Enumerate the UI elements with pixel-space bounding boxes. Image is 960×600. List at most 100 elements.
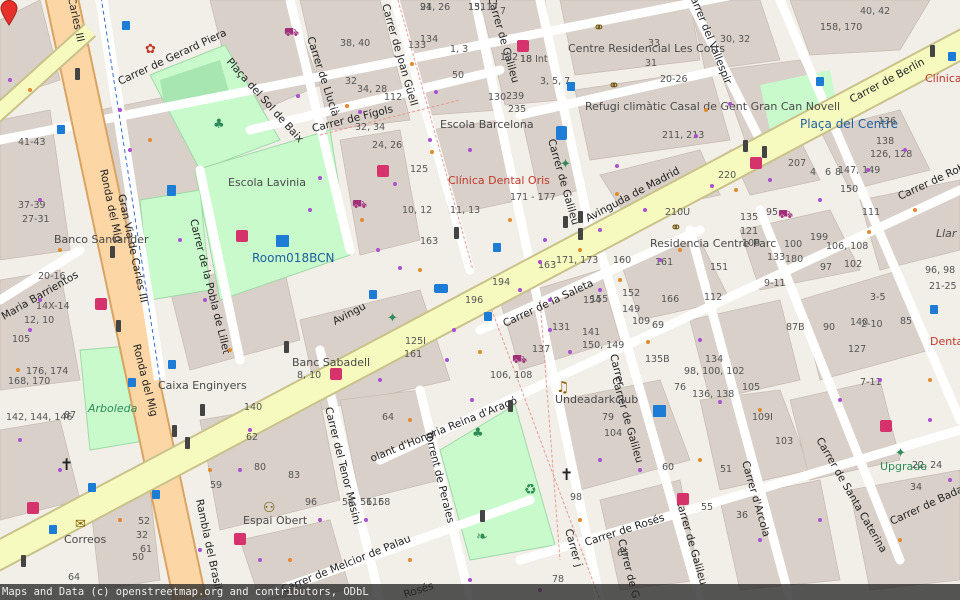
house-number: 171 - 177 [510,192,556,203]
poi-dot [452,328,456,332]
poi-dot [468,148,472,152]
house-number: 140 [244,402,262,413]
pharmacy-icon [750,157,762,169]
social-facility-icon: ⚭ [608,78,620,94]
poi-dot [638,468,642,472]
house-number: 104 [604,428,622,439]
house-number: 59 [210,480,222,491]
house-number: 102 [844,259,862,270]
poi-dot [578,248,582,252]
church-icon: ✝ [60,455,73,474]
poi-dot [128,148,132,152]
house-number: 135B [645,354,670,365]
house-number: 136 [878,116,896,127]
house-number: 1, 3 [450,44,468,55]
poi-room018: Room018BCN [252,251,334,265]
poi-dot [866,168,870,172]
house-number: 111 [862,207,880,218]
house-number: 76 [674,382,686,393]
poi-arboleda: Arboleda [87,402,138,415]
pharmacy-icon [236,230,248,242]
house-number: 163 [420,236,438,247]
poi-dot [598,458,602,462]
poi-dot [118,108,122,112]
house-number: 55 [701,502,713,513]
poi-dot [198,548,202,552]
poi-dot [8,78,12,82]
poi-dot [878,378,882,382]
poi-dot [710,184,714,188]
house-number: 87 [64,410,76,421]
house-number: 8 [835,167,841,178]
poi-dot [58,248,62,252]
poi-dot [248,428,252,432]
house-number: 141 [582,327,600,338]
house-number: 87B [786,322,805,333]
house-number: 38, 40 [340,38,370,49]
house-number: 14X-14 [36,301,70,312]
house-number: 32 [136,530,148,541]
house-number: 161 [655,257,673,268]
poi-dot [208,468,212,472]
poi-dot [543,238,547,242]
house-number: 106, 108 [490,370,532,381]
poi-dot [898,538,902,542]
house-number: 105 [12,334,30,345]
poi-dot [16,368,20,372]
map-canvas[interactable]: Avinguda de Madrid Avingu Gran Via de Ca… [0,0,960,600]
poi-dot [678,248,682,252]
house-number: 95 [766,207,778,218]
poi-dot [615,192,619,196]
house-number: 65 [617,548,629,559]
poi-dot [818,198,822,202]
house-number: 142, 144, 146 [6,412,72,423]
house-number: 235 [508,104,526,115]
poi-dot [548,328,552,332]
house-number: 196 [465,295,483,306]
poi-dot [643,208,647,212]
house-number: 62 [246,432,258,443]
house-number: 79 [602,412,614,423]
location-marker-icon[interactable] [0,0,18,26]
map-attribution: Maps and Data (c) openstreetmap.org and … [0,584,960,600]
house-number: 97 [820,262,832,273]
house-number: 133 [767,252,785,263]
house-number: 171, 173 [556,255,598,266]
poi-dot [445,358,449,362]
daycare-icon: ✿ [145,42,156,57]
poi-dot [434,90,438,94]
house-number: 121 [740,226,758,237]
poi-dot [408,558,412,562]
house-number: 109I [752,412,773,423]
fitness-icon: ✦ [560,157,571,172]
pharmacy-icon [880,420,892,432]
poi-dot [393,182,397,186]
poi-clinica-oris: Clínica Dental Oris [448,174,550,187]
pharmacy-icon [677,493,689,505]
house-number: 10, 12 [402,205,432,216]
poi-dot [568,350,572,354]
poi-dot [428,138,432,142]
church-icon: ✝ [560,465,573,484]
poi-dot [518,288,522,292]
house-number: 32 [345,76,357,87]
poi-dot [538,260,542,264]
house-number: 98 [570,492,582,503]
house-number: 8, 10 [297,370,321,381]
poi-dot [318,518,322,522]
poi-dot [694,134,698,138]
poi-clinica-berlin: Clínica Dental Berlín [925,72,960,85]
poi-dot [376,248,380,252]
house-number: 131 [552,322,570,333]
house-number: 90 [823,322,835,333]
house-number: 33 [648,38,660,49]
house-number: 194 [492,277,510,288]
poi-dot [734,188,738,192]
house-number: 37-39 [18,200,46,211]
poi-dot [28,328,32,332]
pharmacy-icon [377,165,389,177]
house-number: 83 [288,470,300,481]
house-number: 6 [825,167,831,178]
house-number: 18 Int [520,54,548,65]
poi-dot [318,176,322,180]
